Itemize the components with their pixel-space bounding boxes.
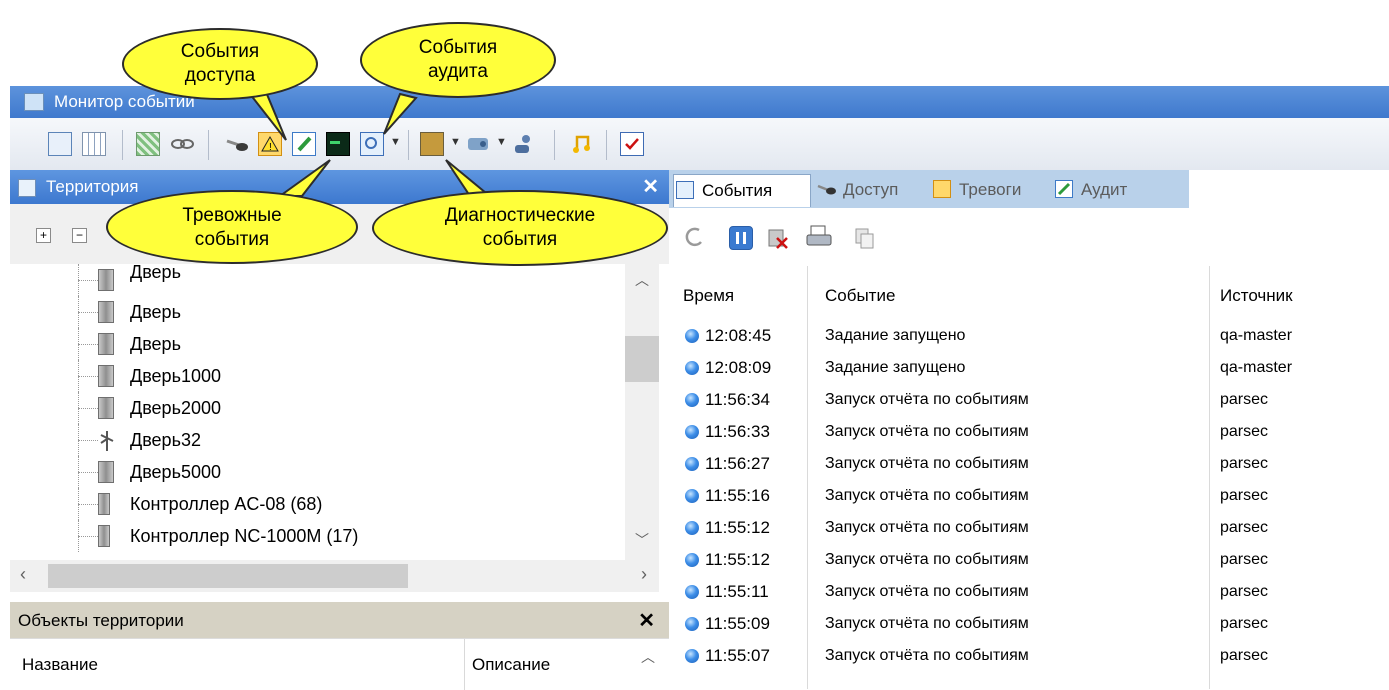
objects-panel-header: Объекты территории ✕ [10,602,669,638]
event-info-icon [685,585,699,599]
table-row[interactable]: 11:56:27 Запуск отчёта по событиям parse… [669,449,1389,481]
column-header-name[interactable]: Название [22,655,98,675]
event-info-icon [685,361,699,375]
callout-audit-events: События аудита [360,22,556,98]
event-info-icon [685,649,699,663]
scroll-up-icon[interactable]: ︿ [641,647,655,667]
scroll-up-icon[interactable]: ︿ [635,270,649,290]
objects-table-header: Название Описание ︿ [10,638,669,690]
tree-node[interactable]: Контроллер AC-08 (68) [10,488,620,520]
callout-diagnostic-events: Диагностические события [372,190,668,266]
tree-node[interactable]: Дверь [10,264,620,296]
table-row[interactable]: 11:55:16 Запуск отчёта по событиям parse… [669,481,1389,513]
tree-node[interactable]: Дверь32 [10,424,620,456]
events-table: Время Событие Источник 12:08:45 Задание … [669,266,1389,689]
tree-node[interactable]: Дверь [10,296,620,328]
tree-node[interactable]: Дверь1000 [10,360,620,392]
event-info-icon [685,617,699,631]
table-row[interactable]: 11:55:12 Запуск отчёта по событиям parse… [669,513,1389,545]
scroll-down-icon[interactable]: ﹀ [635,530,649,550]
event-info-icon [685,457,699,471]
event-info-icon [685,425,699,439]
objects-title: Объекты территории [18,611,184,630]
door-icon [98,397,114,419]
table-row[interactable]: 11:56:33 Запуск отчёта по событиям parse… [669,417,1389,449]
tree-horizontal-scrollbar[interactable]: ‹ › [10,560,659,592]
controller-icon [98,525,110,547]
turnstile-icon [98,429,114,451]
controller-icon [98,493,110,515]
event-info-icon [685,553,699,567]
door-icon [98,301,114,323]
scrollbar-thumb[interactable] [48,564,408,588]
table-row[interactable]: 12:08:45 Задание запущено qa-master [669,321,1389,353]
tree-node[interactable]: Дверь2000 [10,392,620,424]
tree-node[interactable]: Дверь [10,328,620,360]
territory-tree: Дверь Дверь Дверь Дверь1000 Дверь2000 Дв… [10,264,669,560]
event-info-icon [685,329,699,343]
scroll-right-icon[interactable]: › [641,564,647,585]
table-row[interactable]: 11:55:11 Запуск отчёта по событиям parse… [669,577,1389,609]
event-info-icon [685,521,699,535]
event-info-icon [685,489,699,503]
table-row[interactable]: 12:08:09 Задание запущено qa-master [669,353,1389,385]
table-row[interactable]: 11:56:34 Запуск отчёта по событиям parse… [669,385,1389,417]
callout-access-events: События доступа [122,28,318,100]
event-info-icon [685,393,699,407]
callout-alarm-events: Тревожные события [106,190,358,264]
scroll-left-icon[interactable]: ‹ [20,564,26,585]
table-row[interactable]: 11:55:09 Запуск отчёта по событиям parse… [669,609,1389,641]
column-header-description[interactable]: Описание [472,655,550,675]
door-icon [98,461,114,483]
door-icon [98,269,114,291]
tree-vertical-scrollbar[interactable]: ︿ ﹀ [625,264,659,560]
tree-node[interactable]: Контроллер NC-1000M (17) [10,520,620,552]
scrollbar-thumb[interactable] [625,336,659,382]
table-row[interactable]: 11:55:07 Запуск отчёта по событиям parse… [669,641,1389,673]
tree-node[interactable]: Дверь5000 [10,456,620,488]
close-icon[interactable]: ✕ [638,608,655,633]
table-row[interactable]: 11:55:12 Запуск отчёта по событиям parse… [669,545,1389,577]
door-icon [98,365,114,387]
door-icon [98,333,114,355]
